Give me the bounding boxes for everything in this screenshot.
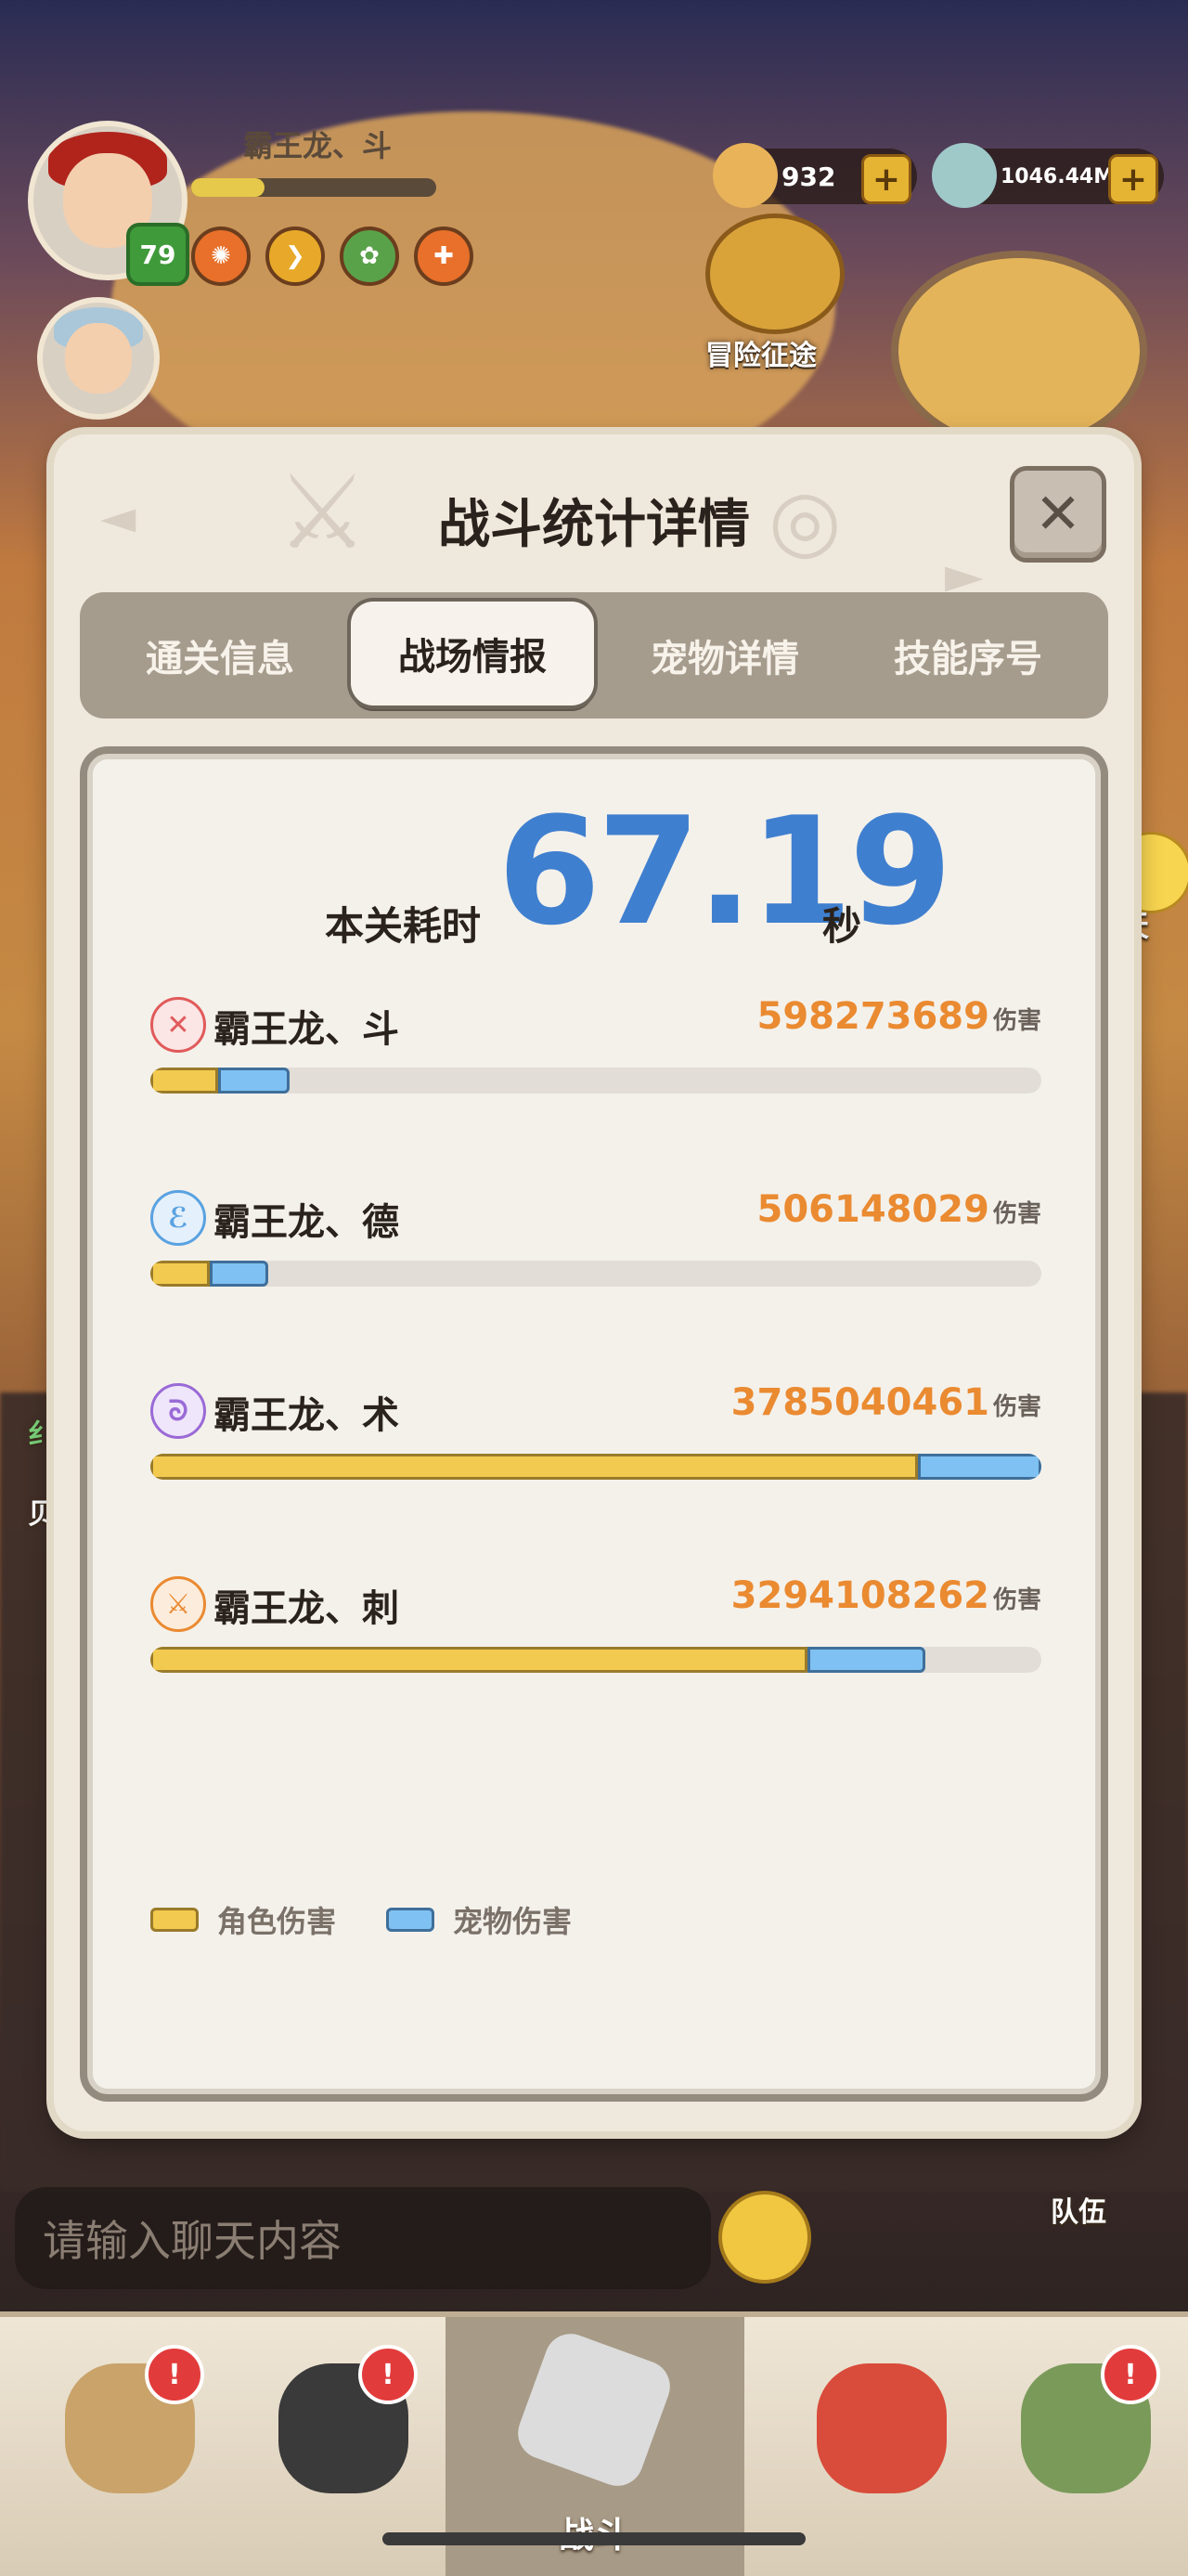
side-label-2: 贝 <box>28 1498 56 1531</box>
character-damage-bar <box>150 1647 807 1673</box>
modal-title: 战斗统计详情 <box>438 495 750 555</box>
battle-stats-modal: ◄ ⚔ ◎ ► 战斗统计详情 ✕ 通关信息 战场情报 宠物详情 技能序号 本关耗… <box>54 434 1134 2131</box>
level-badge: 79 <box>126 223 189 286</box>
character-damage-bar <box>150 1454 918 1480</box>
tab-pet-details[interactable]: 宠物详情 <box>603 592 846 718</box>
tab-skill-order[interactable]: 技能序号 <box>846 592 1090 718</box>
character-damage-bar <box>150 1068 218 1094</box>
pet-damage-bar <box>210 1261 268 1287</box>
adventure-trophy-icon[interactable] <box>705 214 845 334</box>
nav-portrait-icon <box>817 2363 947 2493</box>
currency-b: 1046.44M + <box>932 143 1164 208</box>
pet-damage-swatch <box>386 1908 435 1932</box>
notification-badge: ! <box>145 2345 204 2404</box>
partner-avatar[interactable] <box>37 297 160 420</box>
chat-input[interactable]: 请输入聊天内容 <box>15 2187 711 2289</box>
skill-icon-2[interactable]: ❯ <box>265 227 325 286</box>
add-currency-b-button[interactable]: + <box>1108 154 1158 204</box>
nav-item-2[interactable]: ! <box>251 2345 436 2531</box>
side-label-1: 纟 <box>28 1418 56 1451</box>
currency-a: 932 + <box>713 143 917 208</box>
druid-icon: ℰ <box>150 1190 206 1246</box>
notification-badge: ! <box>1101 2345 1160 2404</box>
tab-bar: 通关信息 战场情报 宠物详情 技能序号 <box>80 592 1108 718</box>
clear-time-value: 67.19 <box>497 784 952 958</box>
close-button[interactable]: ✕ <box>1010 466 1106 563</box>
world-map-icon[interactable] <box>891 251 1147 451</box>
pet-damage-bar <box>807 1647 925 1673</box>
player-name: 霸王龙、斗 <box>243 128 393 163</box>
emoji-button[interactable] <box>718 2191 811 2284</box>
character-damage-legend-label: 角色伤害 <box>217 1904 337 1939</box>
hero-damage: 3785040461 伤害 <box>730 1381 1041 1424</box>
nav-item-1[interactable]: ! <box>37 2345 223 2531</box>
damage-bar <box>150 1068 1041 1094</box>
hero-name: 霸王龙、斗 <box>213 1008 399 1051</box>
damage-legend: 角色伤害 宠物伤害 <box>150 1899 622 1940</box>
gem-icon <box>932 143 997 208</box>
hero-row: ✕ 霸王龙、斗 598273689 伤害 <box>150 995 1041 1118</box>
character-damage-bar <box>150 1261 210 1287</box>
clear-time-row: 本关耗时 67.19 秒 <box>80 784 1108 958</box>
clear-time-label: 本关耗时 <box>325 903 482 949</box>
warlock-icon: ᘐ <box>150 1383 206 1439</box>
tab-clear-info[interactable]: 通关信息 <box>98 592 342 718</box>
skill-icon-3[interactable]: ✿ <box>340 227 399 286</box>
hero-damage: 598273689 伤害 <box>756 995 1041 1038</box>
notification-badge: ! <box>358 2345 418 2404</box>
hero-row: ᘐ 霸王龙、术 3785040461 伤害 <box>150 1381 1041 1504</box>
pet-damage-bar <box>918 1454 1041 1480</box>
hero-damage: 3294108262 伤害 <box>730 1574 1041 1617</box>
battle-intel-panel: 本关耗时 67.19 秒 ✕ 霸王龙、斗 598273689 伤害 ℰ 霸王龙、德… <box>80 746 1108 2102</box>
warrior-icon: ✕ <box>150 997 206 1053</box>
home-indicator[interactable] <box>382 2532 806 2545</box>
hero-damage: 506148029 伤害 <box>756 1188 1041 1231</box>
skill-icon-1[interactable]: ✺ <box>191 227 251 286</box>
pet-damage-bar <box>218 1068 290 1094</box>
assassin-icon: ⚔ <box>150 1576 206 1632</box>
clear-time-unit: 秒 <box>822 903 862 949</box>
adventure-label[interactable]: 冒险征途 <box>705 332 817 373</box>
skill-icon-4[interactable]: ✚ <box>414 227 473 286</box>
character-damage-swatch <box>150 1908 199 1932</box>
hero-name: 霸王龙、术 <box>213 1394 399 1437</box>
hero-row: ℰ 霸王龙、德 506148029 伤害 <box>150 1188 1041 1311</box>
pet-damage-legend-label: 宠物伤害 <box>453 1904 573 1939</box>
add-currency-a-button[interactable]: + <box>861 154 911 204</box>
tab-battle-intel[interactable]: 战场情报 <box>351 602 594 705</box>
hero-name: 霸王龙、刺 <box>213 1587 399 1630</box>
hero-row: ⚔ 霸王龙、刺 3294108262 伤害 <box>150 1574 1041 1697</box>
coin-icon <box>713 143 778 208</box>
hero-name: 霸王龙、德 <box>213 1201 399 1244</box>
damage-bar <box>150 1261 1041 1287</box>
nav-item-5[interactable]: ! <box>993 2345 1179 2531</box>
team-label[interactable]: 队伍 <box>1051 2189 1106 2230</box>
battle-sword-icon <box>510 2326 678 2493</box>
damage-bar <box>150 1454 1041 1480</box>
nav-item-4[interactable] <box>789 2345 975 2531</box>
player-exp-bar <box>191 178 436 197</box>
damage-bar <box>150 1647 1041 1673</box>
